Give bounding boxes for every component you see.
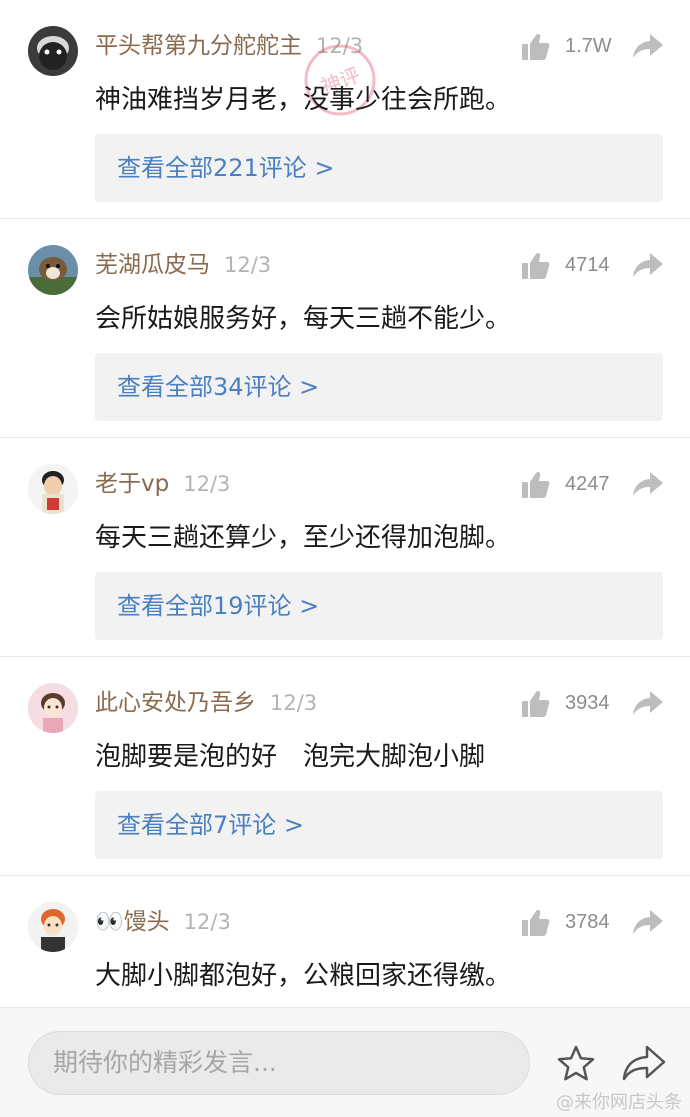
comment-text: 大脚小脚都泡好，公粮回家还得缴。 xyxy=(95,961,512,991)
star-icon[interactable] xyxy=(556,1044,596,1084)
username[interactable]: 👀馒头 12/3 xyxy=(95,904,231,940)
thumbs-up-icon[interactable] xyxy=(520,689,550,719)
thumbs-up-icon[interactable] xyxy=(520,32,550,62)
like-count: 4714 xyxy=(565,254,610,276)
comment-text: 泡脚要是泡的好 泡完大脚泡小脚 xyxy=(95,742,486,772)
avatar[interactable] xyxy=(28,245,78,295)
share-arrow-icon[interactable] xyxy=(632,32,664,60)
comment-text: 神油难挡岁月老，没事少往会所跑。 xyxy=(95,85,512,115)
username-text[interactable]: 👀馒头 xyxy=(95,909,170,935)
comment-time: 12/3 xyxy=(270,691,318,715)
thumbs-up-icon[interactable] xyxy=(520,470,550,500)
share-arrow-icon[interactable] xyxy=(632,689,664,717)
comment-text: 每天三趟还算少，至少还得加泡脚。 xyxy=(95,523,512,553)
username[interactable]: 此心安处乃吾乡 12/3 xyxy=(95,685,317,721)
avatar[interactable] xyxy=(28,902,78,952)
watermark-text: @来你网店头条 xyxy=(556,1092,682,1113)
comment-item: 此心安处乃吾乡 12/3 3934 泡脚要是泡的好 泡完大脚泡小脚 查看全部7评论… xyxy=(0,657,690,876)
share-arrow-icon[interactable] xyxy=(632,470,664,498)
avatar[interactable] xyxy=(28,464,78,514)
username-text[interactable]: 芜湖瓜皮马 xyxy=(95,252,210,278)
like-count: 1.7W xyxy=(565,35,612,57)
share-arrow-icon[interactable] xyxy=(622,1044,666,1082)
comment-time: 12/3 xyxy=(183,472,231,496)
view-all-replies-link[interactable]: 查看全部221评论 > xyxy=(95,134,663,202)
comment-time: 12/3 xyxy=(224,253,272,277)
thumbs-up-icon[interactable] xyxy=(520,251,550,281)
comment-time: 12/3 xyxy=(183,910,231,934)
username[interactable]: 芜湖瓜皮马 12/3 xyxy=(95,247,271,283)
avatar[interactable] xyxy=(28,26,78,76)
username[interactable]: 老于vp 12/3 xyxy=(95,466,230,502)
like-count: 4247 xyxy=(565,473,610,495)
view-all-replies-link[interactable]: 查看全部34评论 > xyxy=(95,353,663,421)
comment-text: 会所姑娘服务好，每天三趟不能少。 xyxy=(95,304,512,334)
view-all-replies-link[interactable]: 查看全部19评论 > xyxy=(95,572,663,640)
comment-input[interactable]: 期待你的精彩发言... xyxy=(28,1031,530,1095)
username-text[interactable]: 平头帮第九分舵舵主 xyxy=(95,33,302,59)
like-count: 3784 xyxy=(565,911,610,933)
comment-item: 老于vp 12/3 4247 每天三趟还算少，至少还得加泡脚。 查看全部19评论 … xyxy=(0,438,690,657)
comment-item: 平头帮第九分舵舵主 12/3 神评 1.7W 神油难挡岁月老，没事少往会所跑。 查… xyxy=(0,0,690,219)
share-arrow-icon[interactable] xyxy=(632,908,664,936)
like-count: 3934 xyxy=(565,692,610,714)
thumbs-up-icon[interactable] xyxy=(520,908,550,938)
comments-screen: 平头帮第九分舵舵主 12/3 神评 1.7W 神油难挡岁月老，没事少往会所跑。 查… xyxy=(0,0,690,1117)
comment-item: 芜湖瓜皮马 12/3 4714 会所姑娘服务好，每天三趟不能少。 查看全部34评论… xyxy=(0,219,690,438)
avatar[interactable] xyxy=(28,683,78,733)
username-text[interactable]: 此心安处乃吾乡 xyxy=(95,690,256,716)
view-all-replies-link[interactable]: 查看全部7评论 > xyxy=(95,791,663,859)
share-arrow-icon[interactable] xyxy=(632,251,664,279)
bottom-comment-bar: 期待你的精彩发言... @来你网店头条 xyxy=(0,1007,690,1117)
username-text[interactable]: 老于vp xyxy=(95,471,169,497)
